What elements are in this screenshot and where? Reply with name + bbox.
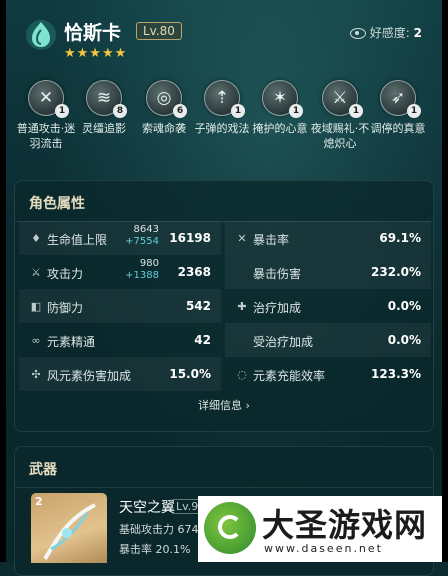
weapon-card[interactable]: 2 — [31, 493, 107, 563]
stat-value: 232.0% — [371, 265, 421, 279]
stat-row-anemo-dmg: ✣ 风元素伤害加成 15.0% — [19, 357, 221, 391]
anemo-element-icon — [26, 20, 56, 50]
divider — [15, 487, 433, 488]
weapon-crit-rate: 暴击率 20.1% — [119, 543, 191, 556]
stat-row-hp: ♦ 生命值上限 8643 +7554 16198 — [19, 221, 221, 255]
bow-weapon-icon — [43, 503, 96, 561]
chevron-right-icon: › — [245, 399, 250, 412]
stat-value: 69.1% — [379, 231, 421, 245]
stat-row-crit-dmg: 暴击伤害 232.0% — [225, 255, 431, 289]
stat-base: 980 — [139, 258, 159, 269]
stat-value: 542 — [185, 299, 211, 313]
stat-bonus: +7554 — [125, 236, 159, 247]
friendship-indicator[interactable]: 好感度: 2 — [349, 24, 422, 41]
watermark-url: www.daseen.net — [264, 542, 383, 555]
talent-item[interactable]: ✕ 1 普通攻击·迷羽流击 — [16, 80, 76, 151]
hp-icon: ♦ — [31, 232, 41, 245]
talent-item[interactable]: ⇡ 1 子弹的戏法 — [192, 80, 252, 136]
talent-level: 6 — [173, 104, 187, 118]
attributes-panel: 角色属性 ♦ 生命值上限 8643 +7554 16198 ✕ 暴击率 69.1… — [14, 180, 434, 432]
eye-icon — [349, 28, 366, 39]
swirl-icon: ◎ 6 — [146, 80, 187, 118]
stat-label: 暴击伤害 — [253, 267, 302, 281]
wind-whip-icon: ≋ 8 — [86, 80, 127, 118]
stat-label: 攻击力 — [47, 267, 84, 281]
talent-level: 1 — [289, 104, 303, 118]
talent-level: 1 — [349, 104, 363, 118]
stat-label: 受治疗加成 — [253, 335, 314, 349]
talent-name: 夜域赐礼·不熄炽心 — [310, 122, 370, 150]
stat-row-def: ◧ 防御力 542 — [19, 289, 221, 323]
stat-row-crit-rate: ✕ 暴击率 69.1% — [225, 221, 431, 255]
flame-icon: ⚔ 1 — [322, 80, 363, 118]
talent-name: 子弹的戏法 — [194, 122, 250, 135]
stat-label: 生命值上限 — [47, 233, 108, 247]
character-level-badge: Lv.80 — [136, 22, 182, 40]
character-header: 恰斯卡 Lv.80 ★★★★★ 好感度: 2 — [24, 14, 432, 64]
talent-row: ✕ 1 普通攻击·迷羽流击 ≋ 8 灵缰追影 ◎ 6 索魂命袭 ⇡ 1 子弹的戏… — [16, 80, 432, 160]
talent-item[interactable]: ≋ 8 灵缰追影 — [74, 80, 134, 136]
talent-item[interactable]: ⚔ 1 夜域赐礼·不熄炽心 — [310, 80, 370, 151]
attributes-title: 角色属性 — [29, 196, 85, 212]
stat-row-atk: ⚔ 攻击力 980 +1388 2368 — [19, 255, 221, 289]
stat-row-mastery: ∞ 元素精通 42 — [19, 323, 221, 357]
sword-icon: ⚔ — [31, 266, 41, 279]
stat-label: 防御力 — [47, 301, 84, 315]
weapon-base-atk: 基础攻击力 674 — [119, 523, 199, 536]
shield-cover-icon: ✶ 1 — [262, 80, 303, 118]
stat-value: 123.3% — [371, 367, 421, 381]
recharge-icon: ◌ — [237, 368, 247, 381]
watermark-logo: 大圣游戏网 www.daseen.net — [198, 496, 448, 562]
stat-value: 0.0% — [387, 333, 421, 347]
stat-label: 风元素伤害加成 — [47, 369, 132, 383]
rarity-stars: ★★★★★ — [64, 46, 128, 61]
friendship-value: 2 — [413, 26, 422, 40]
details-link[interactable]: 详细信息 › — [15, 397, 433, 413]
talent-item[interactable]: ✶ 1 掩护的心意 — [250, 80, 310, 136]
character-name: 恰斯卡 — [64, 22, 122, 44]
bullet-icon: ⇡ 1 — [204, 80, 245, 118]
talent-level: 1 — [407, 104, 421, 118]
shield-icon: ◧ — [30, 300, 42, 313]
stat-label: 元素精通 — [47, 335, 96, 349]
stat-row-incoming-healing: 受治疗加成 0.0% — [225, 323, 431, 357]
talent-name: 索魂命袭 — [142, 122, 186, 135]
stat-label: 治疗加成 — [253, 301, 302, 315]
talent-level: 8 — [113, 104, 127, 118]
stat-label: 元素充能效率 — [253, 369, 326, 383]
crossbow-icon: ✕ 1 — [28, 80, 69, 118]
stat-value: 16198 — [169, 231, 211, 245]
details-label: 详细信息 — [198, 399, 243, 412]
talent-name: 调停的真意 — [370, 122, 426, 135]
crit-icon: ✕ — [237, 232, 247, 245]
stat-bonus: +1388 — [125, 270, 159, 281]
stat-value: 42 — [194, 333, 211, 347]
mastery-icon: ∞ — [31, 334, 41, 347]
talent-name: 灵缰追影 — [82, 122, 126, 135]
talent-name: 掩护的心意 — [252, 122, 308, 135]
plus-icon: ✚ — [237, 300, 247, 313]
stat-value: 15.0% — [169, 367, 211, 381]
arrow-icon: ➶ 1 — [380, 80, 421, 118]
stat-label: 暴击率 — [253, 233, 290, 247]
watermark-title: 大圣游戏网 — [262, 506, 428, 544]
stat-value: 0.0% — [387, 299, 421, 313]
talent-name: 普通攻击·迷羽流击 — [16, 122, 76, 150]
talent-level: 1 — [231, 104, 245, 118]
talent-level: 1 — [55, 104, 69, 118]
anemo-icon: ✣ — [31, 368, 41, 381]
talent-item[interactable]: ◎ 6 索魂命袭 — [134, 80, 194, 136]
weapon-name: 天空之翼 — [119, 500, 175, 516]
weapon-title: 武器 — [29, 462, 57, 478]
stat-base: 8643 — [133, 224, 159, 235]
stat-value: 2368 — [177, 265, 211, 279]
stat-row-healing: ✚ 治疗加成 0.0% — [225, 289, 431, 323]
site-logo-icon — [204, 502, 256, 554]
refinement-rank: 2 — [35, 495, 43, 508]
friendship-label: 好感度: — [369, 26, 410, 40]
talent-item[interactable]: ➶ 1 调停的真意 — [368, 80, 428, 136]
stat-row-energy-recharge: ◌ 元素充能效率 123.3% — [225, 357, 431, 391]
